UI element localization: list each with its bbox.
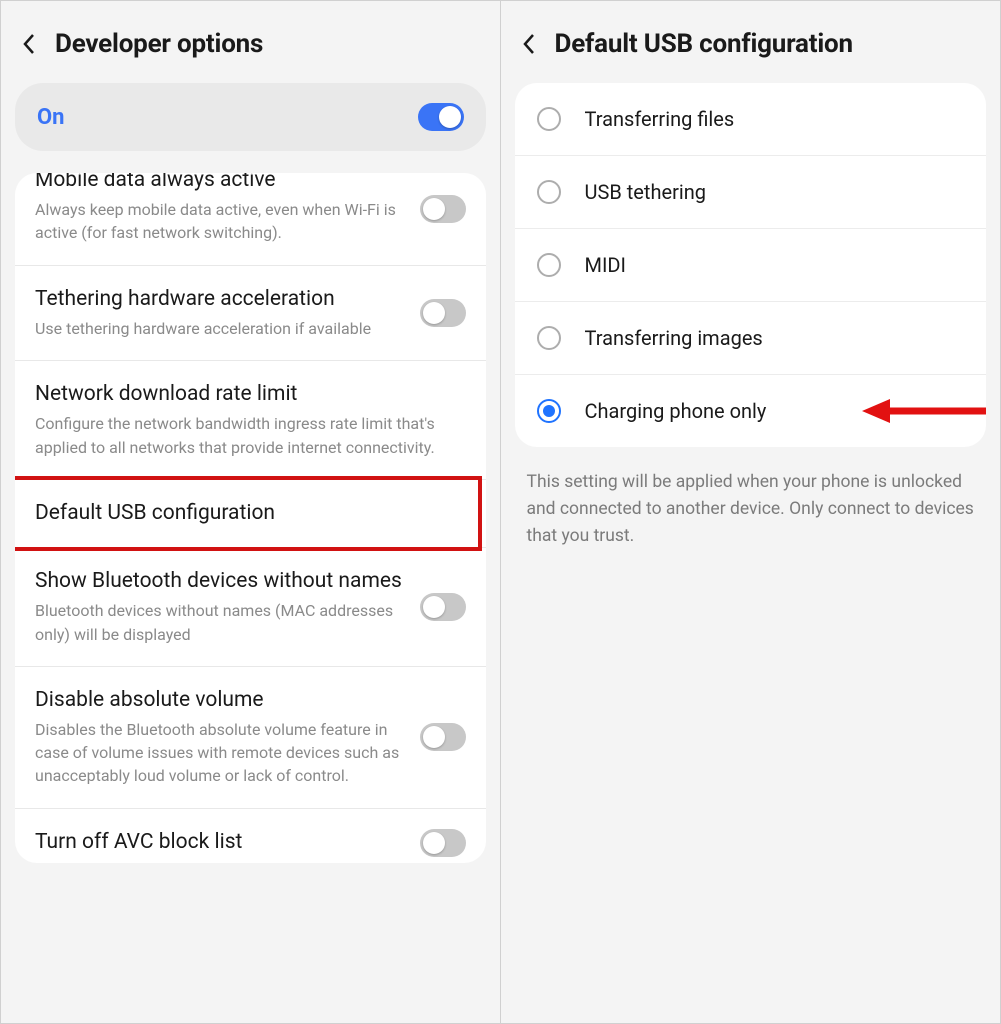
option-transferring-images[interactable]: Transferring images <box>515 302 987 375</box>
header-right: Default USB configuration <box>501 1 1001 83</box>
row-title: Mobile data always active <box>35 173 408 194</box>
row-turn-off-avc-block-list[interactable]: Turn off AVC block list <box>15 809 486 863</box>
back-button[interactable] <box>519 34 539 54</box>
option-usb-tethering[interactable]: USB tethering <box>515 156 987 229</box>
row-disable-absolute-volume[interactable]: Disable absolute volume Disables the Blu… <box>15 667 486 809</box>
option-label: Transferring files <box>585 107 735 131</box>
settings-list: Mobile data always active Always keep mo… <box>15 173 486 863</box>
developer-options-screen: Developer options On Mobile data always … <box>1 1 501 1023</box>
option-transferring-files[interactable]: Transferring files <box>515 83 987 156</box>
row-subtitle: Configure the network bandwidth ingress … <box>35 412 466 458</box>
toggle-mobile-data[interactable] <box>420 195 466 223</box>
row-title: Show Bluetooth devices without names <box>35 568 408 595</box>
row-mobile-data-always-active[interactable]: Mobile data always active Always keep mo… <box>15 173 486 266</box>
chevron-left-icon <box>21 32 37 56</box>
toggle-avc[interactable] <box>420 829 466 857</box>
row-subtitle: Disables the Bluetooth absolute volume f… <box>35 718 408 788</box>
row-title: Network download rate limit <box>35 381 466 408</box>
row-title: Default USB configuration <box>35 500 458 527</box>
option-label: Transferring images <box>585 326 763 350</box>
master-toggle-switch[interactable] <box>418 103 464 131</box>
radio-icon <box>537 253 561 277</box>
header-left: Developer options <box>1 1 500 83</box>
default-usb-configuration-screen: Default USB configuration Transferring f… <box>501 1 1001 1023</box>
back-button[interactable] <box>19 34 39 54</box>
page-title: Developer options <box>55 29 263 59</box>
radio-icon <box>537 399 561 423</box>
option-label: USB tethering <box>585 180 707 204</box>
footer-note: This setting will be applied when your p… <box>501 447 1001 572</box>
toggle-absolute-volume[interactable] <box>420 723 466 751</box>
row-subtitle: Always keep mobile data active, even whe… <box>35 198 408 244</box>
toggle-bt-noname[interactable] <box>420 593 466 621</box>
option-label: Charging phone only <box>585 399 767 423</box>
option-label: MIDI <box>585 253 626 277</box>
chevron-left-icon <box>521 32 537 56</box>
row-show-bluetooth-without-names[interactable]: Show Bluetooth devices without names Blu… <box>15 548 486 667</box>
option-charging-phone-only[interactable]: Charging phone only <box>515 375 987 447</box>
master-toggle-label: On <box>37 105 65 130</box>
row-title: Tethering hardware acceleration <box>35 286 408 313</box>
row-network-download-rate-limit[interactable]: Network download rate limit Configure th… <box>15 361 486 480</box>
arrow-annotation-icon <box>862 394 986 428</box>
option-midi[interactable]: MIDI <box>515 229 987 302</box>
row-subtitle: Bluetooth devices without names (MAC add… <box>35 599 408 645</box>
usb-options-list: Transferring files USB tethering MIDI Tr… <box>515 83 987 447</box>
row-title: Turn off AVC block list <box>35 829 408 856</box>
row-default-usb-configuration[interactable]: Default USB configuration <box>15 480 486 548</box>
page-title: Default USB configuration <box>555 29 853 59</box>
radio-icon <box>537 326 561 350</box>
highlight-annotation: Default USB configuration <box>15 476 482 551</box>
toggle-tethering-accel[interactable] <box>420 299 466 327</box>
radio-icon <box>537 180 561 204</box>
row-tethering-hardware-acceleration[interactable]: Tethering hardware acceleration Use teth… <box>15 266 486 361</box>
radio-icon <box>537 107 561 131</box>
row-title: Disable absolute volume <box>35 687 408 714</box>
row-subtitle: Use tethering hardware acceleration if a… <box>35 317 408 340</box>
master-toggle-row[interactable]: On <box>15 83 486 151</box>
